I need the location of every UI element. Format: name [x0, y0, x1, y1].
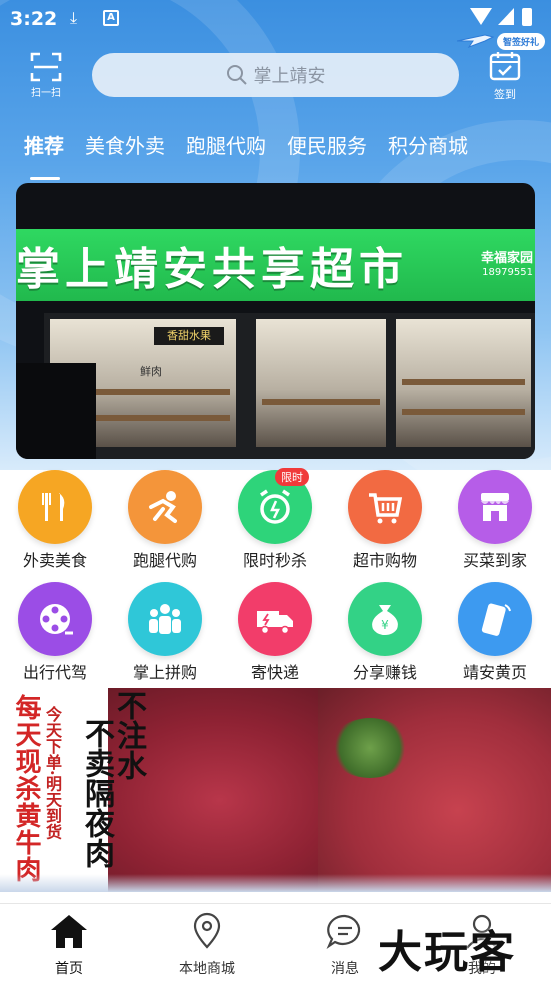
- grid-label: 限时秒杀: [242, 551, 307, 570]
- beef-image: [318, 688, 551, 892]
- grid-label: 跑腿代购: [132, 551, 197, 570]
- promo-text: 智签好礼: [496, 33, 545, 50]
- limited-badge: 限时: [275, 468, 309, 486]
- nav-label: 本地商城: [179, 961, 235, 977]
- store-inner-label: 鲜肉: [140, 365, 162, 378]
- download-icon: ⤓: [70, 8, 78, 27]
- promo-text-no-water: 不注水: [111, 690, 146, 780]
- banner-store-front: 鲜肉 香甜水果: [44, 313, 535, 459]
- film-reel-icon: [18, 582, 92, 656]
- banner-store-sign: 掌上靖安共享超市 幸福家园 18979551: [16, 229, 535, 301]
- tab-errands[interactable]: 跑腿代购: [186, 130, 266, 164]
- signal-icon: [498, 8, 514, 25]
- tab-food-delivery[interactable]: 美食外卖: [85, 130, 165, 164]
- tab-services[interactable]: 便民服务: [287, 130, 367, 164]
- grid-label: 寄快递: [250, 663, 299, 682]
- grid-label: 买菜到家: [462, 551, 527, 570]
- search-placeholder: 掌上靖安: [253, 66, 326, 87]
- grid-item-flash-sale[interactable]: 限时 限时秒杀: [225, 468, 325, 571]
- banner-carousel[interactable]: 掌上靖安共享超市 幸福家园 18979551 鲜肉 香甜水果: [16, 183, 535, 459]
- grid-item-group-buy[interactable]: 掌上拼购: [115, 582, 215, 683]
- chat-bubble-icon: [326, 914, 361, 949]
- home-icon: [51, 915, 87, 948]
- nav-home[interactable]: 首页: [14, 912, 124, 978]
- wifi-icon: [470, 8, 492, 25]
- banner-sign-text: 掌上靖安共享超市: [16, 244, 408, 295]
- runner-icon: [128, 470, 202, 544]
- grid-item-food-delivery[interactable]: 外卖美食: [5, 470, 105, 571]
- nav-label: 首页: [55, 961, 83, 977]
- scan-icon: [30, 52, 62, 82]
- watermark-logo: 大玩客: [378, 927, 516, 978]
- scooter-shadow: [16, 363, 96, 459]
- grid-item-supermarket[interactable]: 超市购物: [335, 470, 435, 571]
- battery-icon: [522, 8, 532, 26]
- tab-recommend[interactable]: 推荐: [24, 130, 64, 180]
- store-window: [256, 319, 386, 447]
- notification-a-icon: A: [103, 10, 119, 26]
- calendar-check-icon: [489, 52, 521, 81]
- scan-button[interactable]: 扫一扫: [24, 52, 68, 99]
- status-time: 3:22: [10, 8, 58, 30]
- shopping-cart-icon: [348, 470, 422, 544]
- banner-sign-sub: 幸福家园: [480, 251, 533, 266]
- grid-item-express[interactable]: 寄快递: [225, 582, 325, 683]
- grid-item-grocery[interactable]: 买菜到家: [445, 470, 545, 571]
- delivery-truck-icon: [238, 582, 312, 656]
- search-icon: [226, 65, 247, 85]
- grid-item-errands[interactable]: 跑腿代购: [115, 470, 215, 571]
- category-tabs: 推荐 美食外卖 跑腿代购 便民服务 积分商城: [24, 130, 489, 180]
- storefront-icon: [458, 470, 532, 544]
- grid-item-share-earn[interactable]: ¥ 分享赚钱: [335, 582, 435, 683]
- promo-banner[interactable]: 每天现杀黄牛肉 今天下单·明天到货 不卖隔夜肉 不注水: [0, 688, 551, 892]
- phone-icon: [458, 582, 532, 656]
- money-bag-icon: ¥: [348, 582, 422, 656]
- svg-text:¥: ¥: [381, 618, 389, 632]
- promo-wave-decoration: [0, 874, 551, 892]
- grid-label: 超市购物: [352, 551, 417, 570]
- grid-label: 靖安黄页: [462, 663, 527, 682]
- grid-label: 分享赚钱: [352, 663, 417, 682]
- group-icon: [128, 582, 202, 656]
- grid-label: 外卖美食: [22, 551, 87, 570]
- tab-points-mall[interactable]: 积分商城: [388, 130, 468, 164]
- promo-text-next-day: 今天下单·明天到货: [43, 706, 62, 840]
- store-window: [396, 319, 531, 447]
- airplane-icon: [456, 34, 495, 49]
- signin-button[interactable]: 签到: [485, 50, 525, 101]
- store-inner-sign: 香甜水果: [154, 327, 224, 345]
- grid-label: 掌上拼购: [132, 663, 197, 682]
- banner-sign-phone: 18979551: [482, 267, 533, 278]
- grid-item-ride[interactable]: 出行代驾: [5, 582, 105, 683]
- scan-label: 扫一扫: [31, 88, 61, 99]
- grid-item-yellow-pages[interactable]: 靖安黄页: [445, 582, 545, 683]
- grid-label: 出行代驾: [22, 663, 87, 682]
- nav-local-mall[interactable]: 本地商城: [152, 912, 262, 978]
- herb-garnish: [330, 718, 410, 778]
- signin-label: 签到: [494, 88, 516, 101]
- search-input[interactable]: 掌上靖安: [92, 53, 459, 97]
- location-pin-icon: [193, 912, 221, 949]
- fork-knife-icon: [18, 470, 92, 544]
